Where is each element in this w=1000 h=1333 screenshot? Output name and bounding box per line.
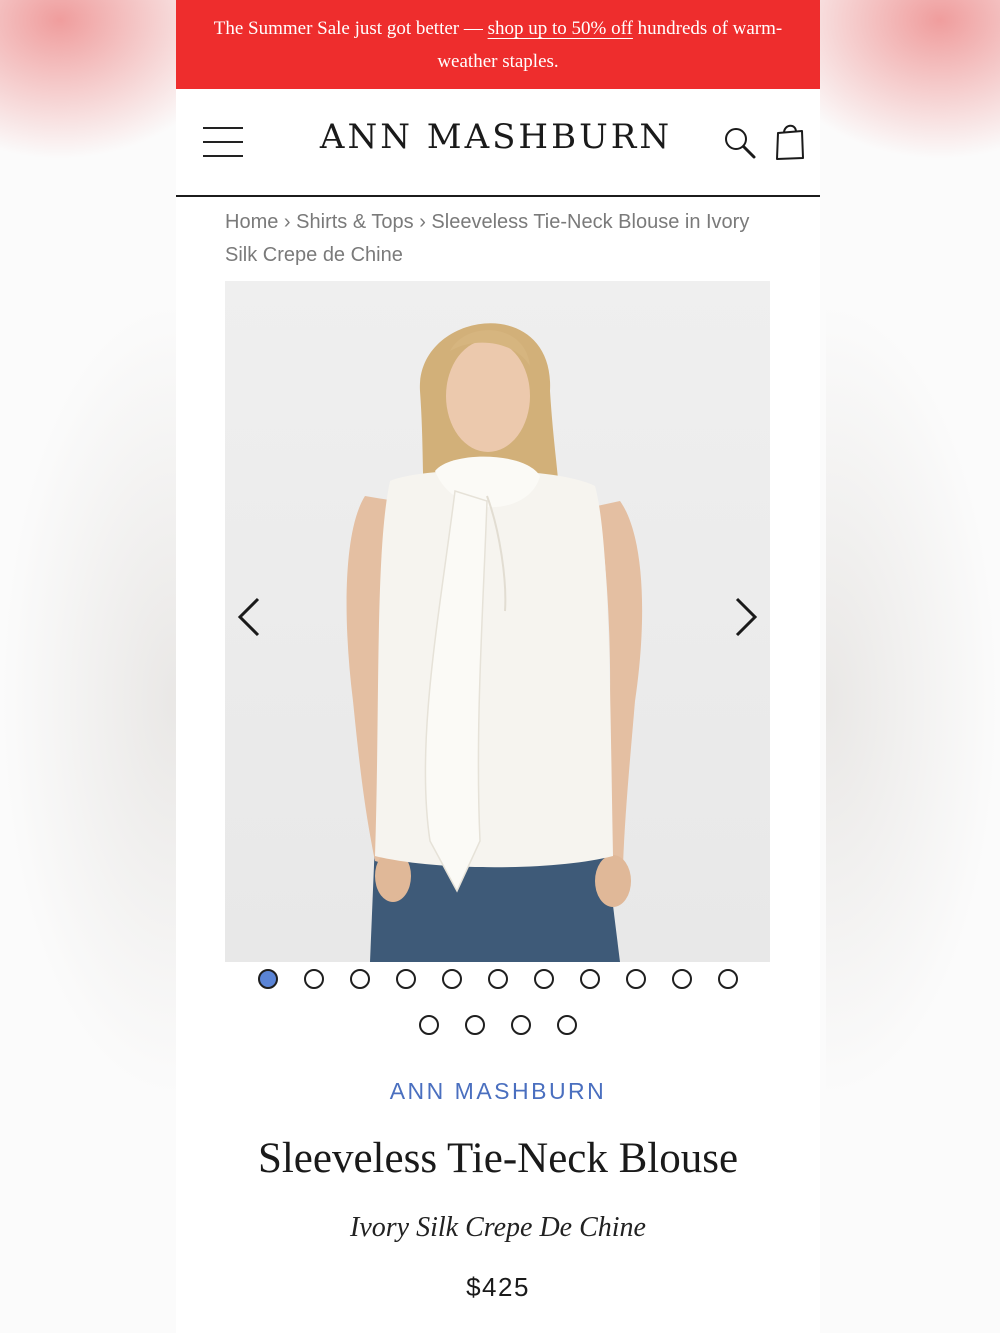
gallery-prev-button[interactable]	[228, 593, 268, 641]
carousel-dot[interactable]	[671, 969, 692, 989]
promo-banner: The Summer Sale just got better — shop u…	[176, 0, 820, 89]
chevron-right-icon	[735, 597, 758, 637]
carousel-dot[interactable]	[487, 969, 508, 989]
search-icon[interactable]	[722, 125, 758, 161]
carousel-dot[interactable]	[441, 969, 462, 989]
breadcrumb-separator: ›	[283, 211, 291, 233]
chevron-left-icon	[237, 597, 260, 637]
mobile-page: The Summer Sale just got better — shop u…	[176, 0, 820, 1333]
site-logo[interactable]: ANN MASHBURN	[286, 117, 706, 157]
breadcrumb-separator: ›	[419, 211, 426, 233]
carousel-dot[interactable]	[303, 969, 324, 989]
product-brand[interactable]: ANN MASHBURN	[176, 1078, 820, 1105]
carousel-dot[interactable]	[579, 969, 600, 989]
carousel-dot[interactable]	[257, 969, 278, 989]
promo-link[interactable]: shop up to 50% off	[488, 18, 633, 39]
carousel-dot[interactable]	[464, 1015, 485, 1035]
gallery-next-button[interactable]	[727, 593, 767, 641]
carousel-dot[interactable]	[717, 969, 738, 989]
hamburger-menu-icon[interactable]	[203, 125, 243, 159]
carousel-dot[interactable]	[395, 969, 416, 989]
carousel-dot[interactable]	[349, 969, 370, 989]
carousel-pagination	[225, 966, 770, 1058]
shopping-bag-icon[interactable]	[774, 121, 806, 161]
product-subtitle: Ivory Silk Crepe De Chine	[350, 1212, 646, 1243]
product-image-carousel[interactable]	[225, 281, 770, 962]
site-header: ANN MASHBURN	[176, 89, 820, 197]
product-photo	[346, 323, 643, 962]
carousel-dot[interactable]	[556, 1015, 577, 1035]
carousel-dot[interactable]	[533, 969, 554, 989]
carousel-dot[interactable]	[510, 1015, 531, 1035]
promo-text-before: The Summer Sale just got better —	[213, 18, 488, 39]
product-price: $425	[466, 1272, 530, 1302]
carousel-dot[interactable]	[418, 1015, 439, 1035]
breadcrumb-shirts-tops[interactable]: Shirts & Tops	[296, 211, 413, 233]
product-title: Sleeveless Tie-Neck Blouse	[257, 1135, 739, 1182]
carousel-dot[interactable]	[625, 969, 646, 989]
breadcrumb-home[interactable]: Home	[225, 211, 278, 233]
breadcrumb: Home › Shirts & Tops › Sleeveless Tie-Ne…	[225, 206, 785, 272]
